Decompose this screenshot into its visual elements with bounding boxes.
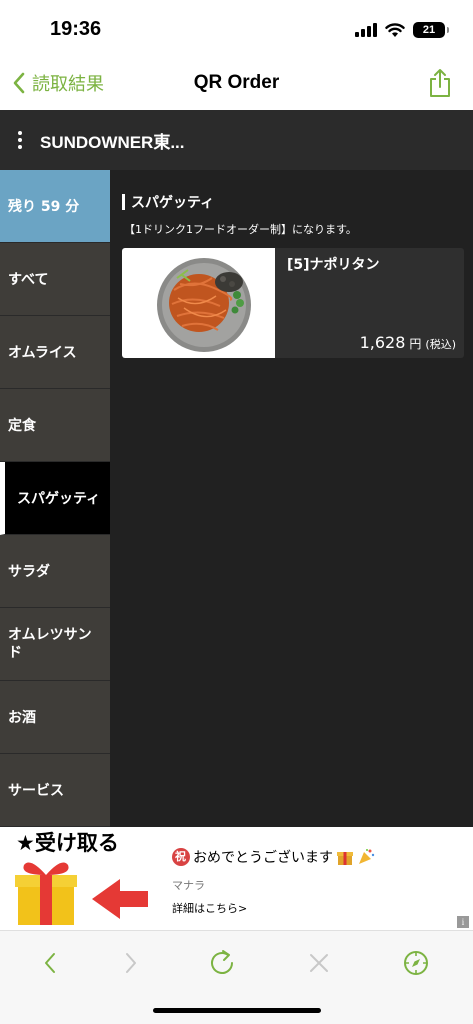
price-value: 1,628 (359, 333, 406, 352)
sidebar-item-all[interactable]: すべて (0, 243, 110, 316)
compass-button[interactable] (396, 943, 436, 983)
sidebar-item-label: お酒 (8, 710, 36, 726)
status-icons: 21 (355, 22, 449, 38)
menu-content: スパゲッティ 【1ドリンク1フードオーダー制】になります。 [5]ナポリタン 1… (110, 170, 473, 827)
ad-details-link[interactable]: 詳細はこちら> (172, 900, 247, 916)
sidebar-item-salad[interactable]: サラダ (0, 535, 110, 608)
more-menu-icon[interactable] (0, 131, 40, 149)
sidebar-item-set-meal[interactable]: 定食 (0, 389, 110, 462)
wifi-icon (385, 22, 405, 37)
browser-forward-button[interactable] (111, 943, 151, 983)
category-sidebar: 残り 59 分 すべて オムライス 定食 スパゲッティ サラダ オムレツサンド … (0, 170, 110, 827)
chevron-left-icon (13, 72, 25, 94)
category-title-text: スパゲッティ (131, 195, 215, 211)
chevron-left-icon (45, 953, 55, 973)
sidebar-item-label: オムレツサンド (8, 627, 92, 661)
category-title-bar (122, 194, 125, 210)
ad-source: マナラ (172, 879, 205, 892)
party-popper-icon (359, 849, 375, 864)
price-tax-note: (税込) (425, 338, 456, 351)
ad-receive-label: ★受け取る (16, 831, 119, 855)
sidebar-item-label: スパゲッティ (17, 491, 101, 507)
cellular-signal-icon (355, 23, 377, 37)
status-bar: 19:36 21 (0, 0, 473, 60)
status-time: 19:36 (50, 18, 102, 40)
category-note: 【1ドリンク1フードオーダー制】になります。 (124, 223, 357, 236)
menu-item-image (122, 248, 275, 358)
menu-item-card[interactable]: [5]ナポリタン 1,628 円 (税込) (122, 248, 464, 358)
sidebar-item-omurice[interactable]: オムライス (0, 316, 110, 389)
menu-item-name: [5]ナポリタン (287, 257, 380, 273)
reload-button[interactable] (202, 943, 242, 983)
sidebar-item-label: オムライス (8, 345, 77, 361)
sidebar-item-label: サービス (8, 783, 64, 799)
shop-header: SUNDOWNER東... (0, 110, 473, 170)
ad-info-icon[interactable]: i (457, 916, 469, 928)
sidebar-item-label: すべて (8, 272, 49, 288)
nav-bar: 読取結果 QR Order (0, 60, 473, 110)
sidebar-item-label: 定食 (8, 418, 36, 434)
reload-icon (211, 950, 233, 974)
sidebar-item-service[interactable]: サービス (0, 754, 110, 827)
napolitan-plate-image (157, 258, 251, 352)
close-icon (310, 954, 328, 972)
ad-badge-label: 祝 (175, 850, 186, 863)
battery-icon: 21 (413, 22, 449, 38)
category-title: スパゲッティ (122, 192, 214, 212)
ad-banner[interactable]: ★受け取る 祝 おめでとうございます マナラ 詳細はこちら> i (0, 827, 473, 930)
share-button[interactable] (427, 68, 453, 102)
chevron-right-icon (126, 953, 136, 973)
sidebar-item-spaghetti[interactable]: スパゲッティ (0, 462, 110, 535)
remaining-time-label: 残り 59 分 (8, 199, 80, 215)
browser-back-button[interactable] (30, 943, 70, 983)
remaining-time-badge: 残り 59 分 (0, 170, 110, 243)
compass-icon (404, 951, 428, 975)
gift-box-icon (15, 862, 148, 925)
close-button[interactable] (299, 943, 339, 983)
share-icon (430, 69, 450, 97)
ad-headline-text: おめでとうございます (193, 850, 333, 866)
sidebar-item-omelette-sandwich[interactable]: オムレツサンド (0, 608, 110, 681)
ad-headline: 祝 おめでとうございます (172, 847, 375, 867)
sidebar-item-label: サラダ (8, 564, 50, 580)
sidebar-item-alcohol[interactable]: お酒 (0, 681, 110, 754)
home-indicator (153, 1008, 321, 1013)
price-unit: 円 (409, 337, 422, 351)
shop-name: SUNDOWNER東... (40, 132, 185, 152)
back-button[interactable]: 読取結果 (12, 70, 104, 96)
menu-item-price: 1,628 円 (税込) (360, 333, 456, 352)
back-label: 読取結果 (32, 74, 104, 95)
gift-emoji-icon (337, 852, 353, 865)
